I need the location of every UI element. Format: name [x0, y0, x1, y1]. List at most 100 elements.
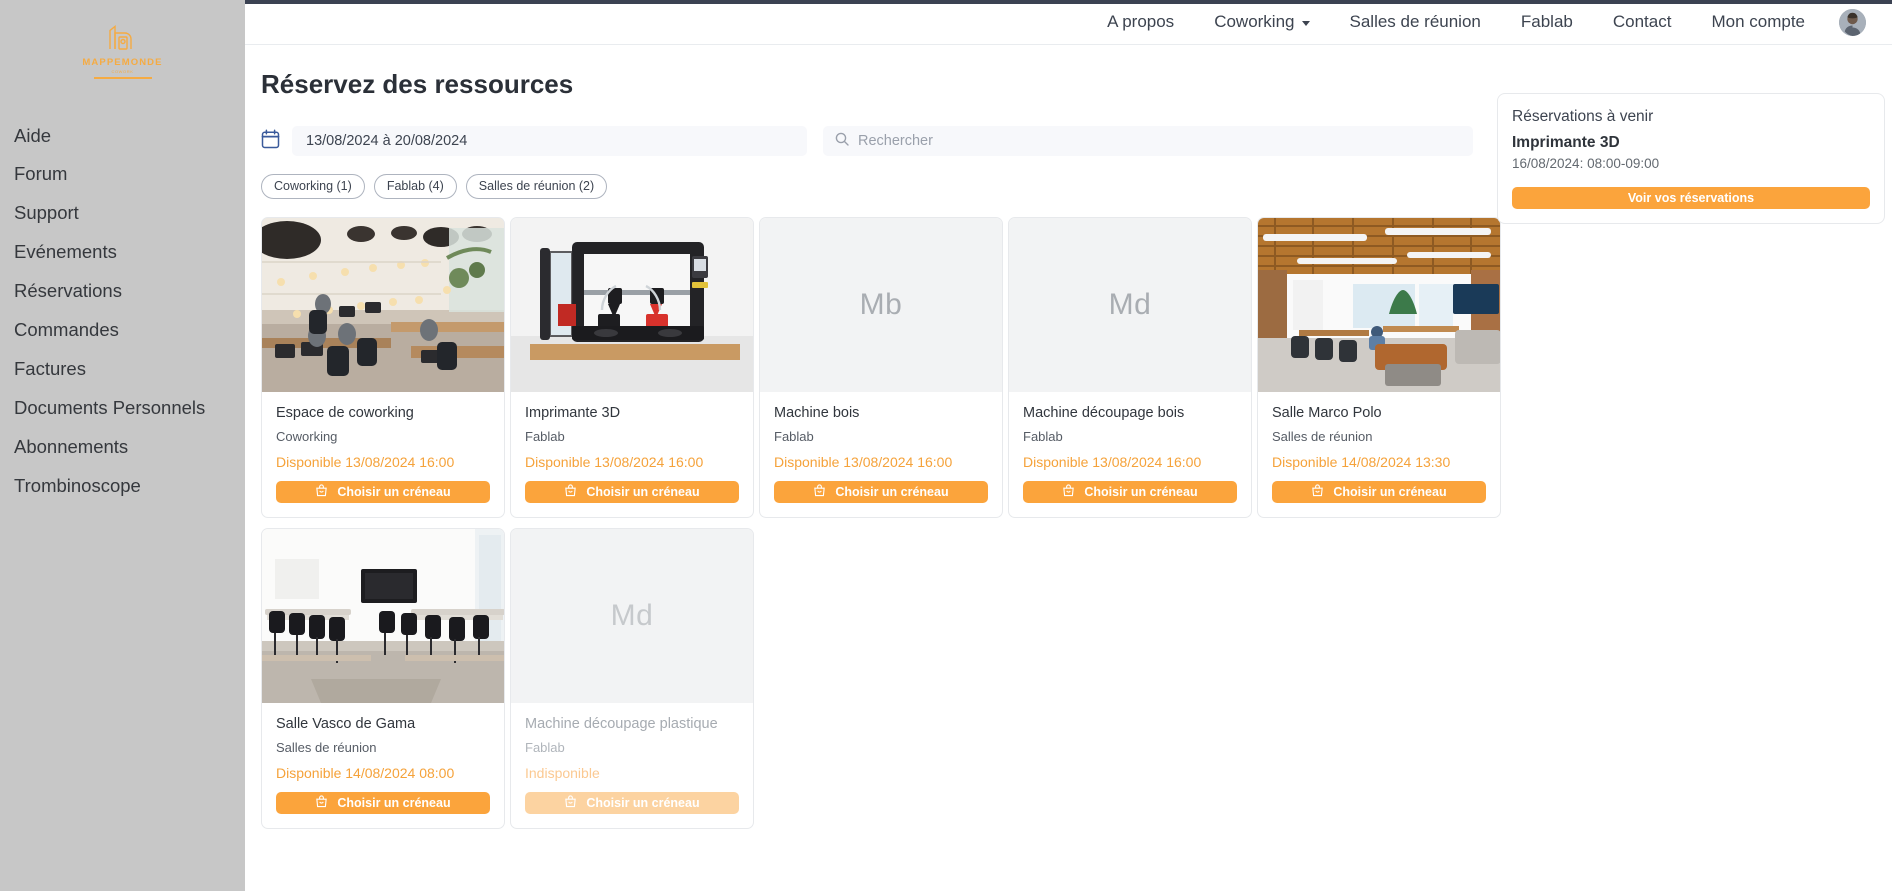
nav-item-contact-label: Contact [1612, 12, 1672, 31]
choose-slot-button[interactable]: Choisir un créneau [1023, 480, 1237, 503]
card-image-placeholder: Mb [760, 218, 1002, 392]
resource-card-grid: Espace de coworking Coworking Disponible… [261, 217, 1506, 834]
resource-card[interactable]: Salle Vasco de Gama Salles de réunion Di… [261, 527, 505, 829]
resource-card-unavailable[interactable]: Md Machine découpage plastique Fablab In… [510, 527, 754, 829]
brand-subtitle: COWORK [111, 69, 134, 74]
card-availability: Disponible 14/08/2024 13:30 [1272, 453, 1451, 470]
main-content: A propos Coworking Salles de réunion Fab… [245, 0, 1892, 891]
card-availability: Disponible 13/08/2024 16:00 [525, 453, 704, 470]
choose-slot-button[interactable]: Choisir un créneau [276, 791, 490, 814]
upcoming-panel-title: Réservations à venir [1512, 108, 1654, 125]
nav-item-salles-de-reunion[interactable]: Salles de réunion [1330, 12, 1501, 32]
card-image-placeholder: Md [511, 528, 753, 703]
card-category: Salles de réunion [276, 739, 377, 755]
choose-slot-label: Choisir un créneau [1084, 484, 1198, 499]
choose-slot-button[interactable]: Choisir un créneau [1272, 480, 1486, 503]
sidebar-nav: Aide Forum Support Evénements Réservatio… [0, 117, 245, 507]
resource-card[interactable]: Md Machine découpage bois Fablab Disponi… [1008, 217, 1252, 518]
card-image-3d-printer [511, 218, 753, 392]
brand-logo[interactable]: MAPPEMONDE COWORK [0, 0, 245, 79]
chevron-down-icon [1301, 20, 1310, 26]
card-category: Salles de réunion [1272, 428, 1373, 444]
card-title: Imprimante 3D [525, 405, 621, 421]
choose-slot-button[interactable]: Choisir un créneau [525, 480, 739, 503]
brand-wordmark: MAPPEMONDE [82, 57, 163, 68]
card-body: Imprimante 3D Fablab Disponible 13/08/20… [511, 392, 753, 517]
card-image-open-office [1258, 218, 1500, 392]
card-body: Machine découpage bois Fablab Disponible… [1009, 392, 1251, 517]
brand-underline [93, 77, 152, 79]
sidebar-item-documents-personnels[interactable]: Documents Personnels [0, 389, 245, 428]
search-icon [835, 132, 849, 151]
choose-slot-label: Choisir un créneau [337, 795, 451, 810]
resource-card[interactable]: Espace de coworking Coworking Disponible… [261, 217, 505, 518]
card-availability: Disponible 13/08/2024 16:00 [276, 453, 455, 470]
card-title: Machine découpage plastique [525, 715, 718, 732]
sidebar-item-abonnements[interactable]: Abonnements [0, 428, 245, 467]
card-category: Fablab [774, 428, 814, 444]
card-title: Salle Vasco de Gama [276, 715, 416, 732]
sidebar-item-commandes[interactable]: Commandes [0, 311, 245, 350]
nav-item-mon-compte-label: Mon compte [1711, 12, 1805, 31]
card-body: Machine découpage plastique Fablab Indis… [511, 703, 753, 828]
card-category: Fablab [1023, 428, 1063, 444]
nav-item-fablab[interactable]: Fablab [1501, 12, 1593, 32]
placeholder-initials: Md [610, 598, 654, 632]
search-field[interactable] [823, 126, 1473, 156]
sidebar-item-trombinoscope[interactable]: Trombinoscope [0, 467, 245, 506]
card-availability: Disponible 13/08/2024 16:00 [1023, 453, 1202, 470]
building-icon [106, 24, 140, 55]
resource-card[interactable]: Mb Machine bois Fablab Disponible 13/08/… [759, 217, 1003, 518]
nav-item-a-propos[interactable]: A propos [1087, 12, 1194, 32]
resource-card[interactable]: Imprimante 3D Fablab Disponible 13/08/20… [510, 217, 754, 518]
top-nav-links: A propos Coworking Salles de réunion Fab… [1087, 12, 1825, 32]
chip-fablab[interactable]: Fablab (4) [373, 174, 457, 199]
chip-salles-de-reunion[interactable]: Salles de réunion (2) [465, 174, 608, 199]
nav-item-contact[interactable]: Contact [1593, 12, 1692, 32]
card-title: Espace de coworking [276, 405, 414, 421]
placeholder-initials: Md [1108, 288, 1152, 321]
nav-item-coworking-label: Coworking [1214, 12, 1295, 31]
card-image-placeholder: Md [1009, 218, 1251, 392]
left-sidebar: MAPPEMONDE COWORK Aide Forum Support Evé… [0, 0, 245, 891]
nav-item-coworking[interactable]: Coworking [1194, 12, 1329, 32]
sidebar-item-forum[interactable]: Forum [0, 155, 245, 194]
card-title: Machine bois [774, 405, 860, 421]
top-accent-strip [245, 0, 1892, 4]
resource-card[interactable]: Salle Marco Polo Salles de réunion Dispo… [1257, 217, 1501, 518]
sidebar-item-aide[interactable]: Aide [0, 117, 245, 156]
nav-item-fablab-label: Fablab [1520, 12, 1573, 31]
choose-slot-label: Choisir un créneau [586, 795, 700, 810]
card-body: Salle Marco Polo Salles de réunion Dispo… [1258, 392, 1500, 517]
bag-icon [1062, 484, 1075, 500]
choose-slot-label: Choisir un créneau [1333, 484, 1447, 499]
card-body: Machine bois Fablab Disponible 13/08/202… [760, 392, 1002, 517]
card-availability: Indisponible [525, 764, 600, 781]
sidebar-item-reservations[interactable]: Réservations [0, 272, 245, 311]
placeholder-initials: Mb [859, 288, 903, 321]
card-body: Salle Vasco de Gama Salles de réunion Di… [262, 703, 504, 828]
sidebar-item-support[interactable]: Support [0, 194, 245, 233]
card-image-coworking-loft [262, 218, 504, 392]
top-navbar: A propos Coworking Salles de réunion Fab… [245, 0, 1892, 45]
calendar-icon[interactable] [261, 128, 280, 154]
card-availability: Disponible 14/08/2024 08:00 [276, 764, 455, 781]
chip-coworking[interactable]: Coworking (1) [261, 174, 365, 199]
bag-icon [315, 484, 328, 500]
sidebar-item-factures[interactable]: Factures [0, 350, 245, 389]
app-root: MAPPEMONDE COWORK Aide Forum Support Evé… [0, 0, 1892, 891]
sidebar-item-evenements[interactable]: Evénements [0, 233, 245, 272]
nav-item-mon-compte[interactable]: Mon compte [1691, 12, 1825, 32]
card-category: Coworking [276, 428, 338, 444]
search-input[interactable] [858, 126, 1461, 156]
date-range-input[interactable] [292, 126, 807, 156]
upcoming-reservations-panel: Réservations à venir Imprimante 3D 16/08… [1497, 93, 1885, 224]
choose-slot-button[interactable]: Choisir un créneau [774, 480, 988, 503]
choose-slot-button[interactable]: Choisir un créneau [276, 480, 490, 503]
view-reservations-button[interactable]: Voir vos réservations [1512, 187, 1870, 209]
card-body: Espace de coworking Coworking Disponible… [262, 392, 504, 517]
bag-icon [813, 484, 826, 500]
avatar[interactable] [1839, 8, 1866, 36]
card-title: Salle Marco Polo [1272, 405, 1382, 421]
bag-icon [564, 795, 577, 811]
